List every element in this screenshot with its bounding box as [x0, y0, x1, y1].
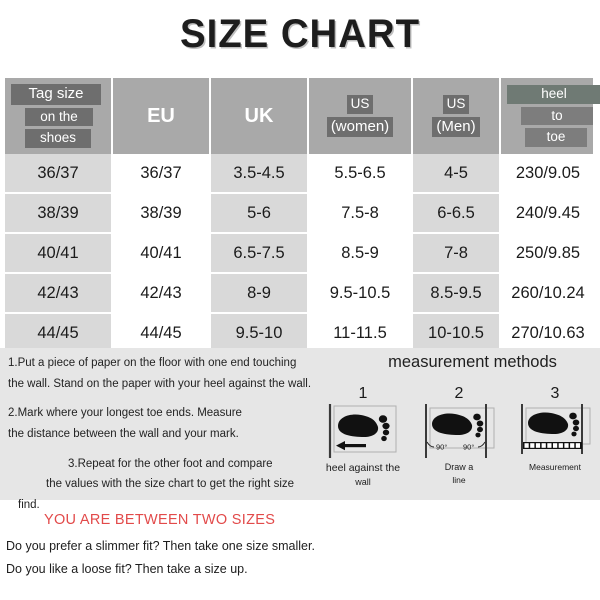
cell-eu: 38/39	[113, 194, 211, 232]
diagram-caption-line1: Draw a	[444, 462, 474, 472]
between-sizes-heading: YOU ARE BETWEEN TWO SIZES	[44, 512, 276, 528]
cell-uk: 5-6	[211, 194, 309, 232]
cell-tag-size: 44/45	[5, 314, 113, 352]
cell-tag-size: 36/37	[5, 154, 113, 192]
table-header-uk: UK	[211, 78, 309, 154]
cell-tag-size: 42/43	[5, 274, 113, 312]
table-header-row: Tag size on the shoes EU UK US (women) U…	[5, 78, 600, 154]
instruction-line-3: 2.Mark where your longest toe ends. Meas…	[8, 407, 242, 420]
cell-eu: 44/45	[113, 314, 211, 352]
cell-uk: 3.5-4.5	[211, 154, 309, 192]
cell-uk: 8-9	[211, 274, 309, 312]
header-line-heel: heel	[507, 84, 600, 104]
header-line-shoes: shoes	[25, 129, 91, 149]
header-line-us-men-top: US	[442, 94, 470, 114]
instructions-panel: 1.Put a piece of paper on the floor with…	[0, 348, 600, 511]
table-header-heel-to-toe: heel to toe	[501, 78, 600, 154]
cell-uk: 6.5-7.5	[211, 234, 309, 272]
table-header-tag-size: Tag size on the shoes	[5, 78, 113, 154]
table-row: 38/39 38/39 5-6 7.5-8 6-6.5 240/9.45	[5, 194, 595, 234]
cell-us-women: 9.5-10.5	[309, 274, 413, 312]
size-chart-table: Tag size on the shoes EU UK US (women) U…	[5, 78, 600, 354]
ruler-glyph	[523, 442, 582, 449]
header-line-tag-size: Tag size	[11, 83, 101, 105]
fit-advice-slimmer: Do you prefer a slimmer fit? Then take o…	[6, 539, 315, 553]
table-row: 36/37 36/37 3.5-4.5 5.5-6.5 4-5 230/9.05	[5, 154, 595, 194]
measurement-methods-title: measurement methods	[388, 353, 557, 371]
diagram-caption-line2: wall	[355, 477, 371, 488]
foot-ruler-icon	[521, 404, 591, 454]
cell-eu: 36/37	[113, 154, 211, 192]
cell-us-men: 10-10.5	[413, 314, 501, 352]
cell-us-men: 6-6.5	[413, 194, 501, 232]
header-line-on-the: on the	[25, 107, 93, 127]
diagram-number: 3	[550, 385, 560, 402]
diagram-heel-against-wall: 1 heel against the wall	[318, 386, 408, 488]
header-line-us-women-bottom: (women)	[326, 116, 394, 138]
cell-heel-to-toe: 250/9.85	[501, 234, 595, 272]
cell-us-women: 5.5-6.5	[309, 154, 413, 192]
header-line-to: to	[521, 106, 593, 126]
cell-tag-size: 40/41	[5, 234, 113, 272]
page-title: SIZE CHART	[180, 12, 420, 56]
table-row: 42/43 42/43 8-9 9.5-10.5 8.5-9.5 260/10.…	[5, 274, 595, 314]
foot-wall-arrow-icon	[328, 404, 397, 458]
instruction-line-6: the values with the size chart to get th…	[46, 478, 295, 491]
cell-tag-size: 38/39	[5, 194, 113, 232]
instruction-line-5: 3.Repeat for the other foot and compare	[68, 457, 273, 470]
fit-advice-loose: Do you like a loose fit? Then take a siz…	[6, 562, 248, 576]
diagram-caption-line1: Measurement	[529, 462, 581, 472]
diagram-number: 2	[454, 385, 464, 402]
angle-label-left: 90°	[436, 443, 447, 452]
cell-heel-to-toe: 240/9.45	[501, 194, 595, 232]
cell-uk: 9.5-10	[211, 314, 309, 352]
cell-heel-to-toe: 270/10.63	[501, 314, 595, 352]
diagram-draw-line: 2 90° 90° Draw a line	[414, 386, 504, 488]
measuring-instructions: 1.Put a piece of paper on the floor with…	[8, 354, 338, 516]
header-line-us-women-top: US	[346, 94, 374, 114]
table-header-us-men: US (Men)	[413, 78, 501, 154]
between-sizes-section: YOU ARE BETWEEN TWO SIZES Do you prefer …	[0, 500, 600, 576]
diagram-number: 1	[358, 385, 368, 402]
diagram-caption-line1: heel against the	[325, 462, 401, 474]
cell-eu: 40/41	[113, 234, 211, 272]
header-line-us-men-bottom: (Men)	[432, 116, 480, 138]
cell-us-men: 4-5	[413, 154, 501, 192]
cell-heel-to-toe: 260/10.24	[501, 274, 595, 312]
cell-us-women: 7.5-8	[309, 194, 413, 232]
size-chart-page: SIZE CHART Tag size on the shoes EU UK U…	[0, 0, 600, 600]
measurement-diagrams: 1 heel against the wall 2 90° 90° Draw a…	[318, 386, 600, 488]
diagram-measurement: 3 Measurement	[510, 386, 600, 488]
table-row: 40/41 40/41 6.5-7.5 8.5-9 7-8 250/9.85	[5, 234, 595, 274]
table-header-eu: EU	[113, 78, 211, 154]
page-title-container: SIZE CHART	[0, 12, 600, 57]
cell-heel-to-toe: 230/9.05	[501, 154, 595, 192]
table-header-us-women: US (women)	[309, 78, 413, 154]
header-line-toe: toe	[525, 128, 587, 148]
instruction-line-4: the distance between the wall and your m…	[8, 427, 239, 440]
cell-us-men: 7-8	[413, 234, 501, 272]
cell-us-women: 8.5-9	[309, 234, 413, 272]
foot-two-lines-icon: 90° 90°	[425, 404, 495, 458]
cell-us-men: 8.5-9.5	[413, 274, 501, 312]
diagram-caption-line2: line	[452, 475, 466, 486]
cell-us-women: 11-11.5	[309, 314, 413, 352]
instruction-line-2: the wall. Stand on the paper with your h…	[8, 377, 312, 390]
angle-label-right: 90°	[463, 443, 474, 452]
cell-eu: 42/43	[113, 274, 211, 312]
instruction-line-1: 1.Put a piece of paper on the floor with…	[8, 357, 297, 369]
